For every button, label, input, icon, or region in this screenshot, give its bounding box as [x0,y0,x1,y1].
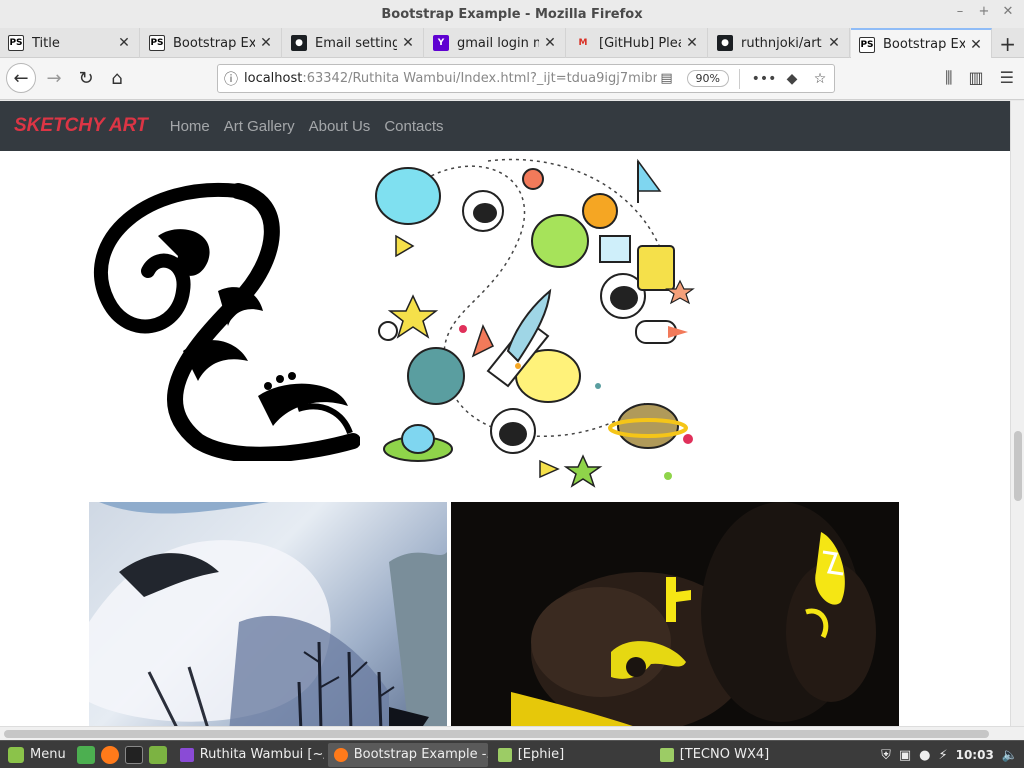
volume-icon[interactable]: 🔈 [1002,748,1018,763]
new-tab-button[interactable]: + [999,32,1016,56]
tab-email-settings[interactable]: ● Email settings ✕ [283,28,424,58]
tab-label: Email settings [315,35,397,51]
task-tecno[interactable]: [TECNO WX4] [654,743,812,767]
toolbar-right: ⫼ ▥ ☰ [945,68,1014,88]
desktop-icon[interactable] [76,745,95,764]
nav-link-contacts[interactable]: Contacts [384,118,443,135]
info-icon[interactable]: ⓘ [218,69,244,89]
sidebar-icon[interactable]: ▥ [969,68,984,88]
terminal-icon[interactable] [124,745,143,764]
task-label: [Ephie] [517,747,565,762]
close-icon[interactable]: ✕ [401,35,415,51]
system-tray: ⛨ ▣ ● ⚡ 10:03 🔈 [881,741,1018,768]
close-icon[interactable]: ✕ [827,35,841,51]
tab-label: Bootstrap Exa [883,37,965,52]
task-pycharm[interactable]: Ruthita Wambui [~/P... [174,743,324,767]
tab-strip: PS Title ✕ PS Bootstrap Exa ✕ ● Email se… [0,28,1024,59]
pycharm-icon: PS [859,36,875,53]
horizontal-scrollbar[interactable] [0,726,1024,740]
firefox-icon[interactable] [100,745,119,764]
nav-link-home[interactable]: Home [170,118,210,135]
url-host: localhost [244,71,303,86]
tab-ruthnjoki-art[interactable]: ● ruthnjoki/art ✕ [709,28,850,58]
task-ephie[interactable]: [Ephie] [492,743,650,767]
site-brand[interactable]: SKETCHY ART [14,115,148,137]
minimize-button[interactable]: – [954,4,966,19]
page-viewport: SKETCHY ART Home Art Gallery About Us Co… [0,101,1010,726]
task-label: Bootstrap Example -... [353,747,488,762]
swirl-ornament-image [94,182,360,461]
site-navbar: SKETCHY ART Home Art Gallery About Us Co… [0,101,1010,151]
yahoo-icon: Y [433,35,449,51]
forward-button[interactable]: → [40,64,68,92]
reload-button[interactable]: ↻ [72,64,100,92]
window-title: Bootstrap Example - Mozilla Firefox [381,6,643,22]
task-label: [TECNO WX4] [679,747,770,762]
os-taskbar: Menu Ruthita Wambui [~/P... Bootstrap Ex… [0,740,1024,768]
tab-label: Title [32,35,60,51]
close-icon[interactable]: ✕ [685,35,699,51]
clock[interactable]: 10:03 [956,748,994,762]
tab-gmail-login[interactable]: Y gmail login ma ✕ [425,28,566,58]
page-actions-icon[interactable]: ••• [750,71,778,87]
maximize-button[interactable]: + [978,4,990,19]
pocket-icon[interactable]: ◆ [778,71,806,87]
bookmark-star-icon[interactable]: ☆ [806,71,834,87]
reader-view-icon[interactable]: ▤ [657,71,677,86]
network-icon[interactable]: ⚡ [938,748,947,763]
folder-icon [497,747,512,762]
tab-label: Bootstrap Exa [173,35,255,51]
navigation-toolbar: ← → ↻ ⌂ ⓘ localhost:63342/Ruthita Wambui… [0,58,1024,100]
gmail-icon: M [578,38,588,48]
user-icon[interactable]: ● [919,748,930,763]
close-window-button[interactable]: ✕ [1002,4,1014,19]
close-icon[interactable]: ✕ [969,37,983,53]
space-doodle-image [375,158,695,488]
vertical-scrollbar[interactable] [1010,101,1024,726]
nav-link-art-gallery[interactable]: Art Gallery [224,118,295,135]
tab-label: ruthnjoki/art [741,35,822,51]
firefox-icon [333,747,348,762]
close-icon[interactable]: ✕ [259,35,273,51]
update-icon[interactable]: ▣ [899,748,911,763]
menu-label: Menu [30,747,66,762]
face-paint-photo-image [451,502,899,726]
window-titlebar: Bootstrap Example - Mozilla Firefox – + … [0,0,1024,28]
tab-bootstrap-active[interactable]: PS Bootstrap Exa ✕ [851,28,992,59]
divider [739,68,740,89]
scrollbar-thumb[interactable] [1014,431,1022,501]
library-icon[interactable]: ⫼ [945,68,952,88]
pycharm-icon [179,747,194,762]
folder-icon [659,747,674,762]
back-button[interactable]: ← [6,63,36,93]
github-icon: ● [717,35,733,51]
tab-label: [GitHub] Pleas [599,35,681,51]
task-label: Ruthita Wambui [~/P... [199,747,324,762]
url-path: :63342/Ruthita Wambui/Index.html?_ijt=td… [302,71,657,86]
wolf-painting-image [89,502,447,726]
url-bar[interactable]: ⓘ localhost:63342/Ruthita Wambui/Index.h… [217,64,835,93]
zoom-indicator[interactable]: 90% [686,70,729,87]
home-button[interactable]: ⌂ [103,64,131,92]
pycharm-icon: PS [149,35,165,51]
shield-icon[interactable]: ⛨ [881,748,891,763]
task-firefox[interactable]: Bootstrap Example -... [327,742,488,767]
github-icon: ● [291,35,307,51]
folder-icon[interactable] [148,745,167,764]
hamburger-menu-icon[interactable]: ☰ [1000,68,1014,88]
scrollbar-thumb[interactable] [4,730,989,738]
close-icon[interactable]: ✕ [117,35,131,51]
tab-github-please[interactable]: M [GitHub] Pleas ✕ [567,28,708,58]
tab-title[interactable]: PS Title ✕ [0,28,140,58]
tab-bootstrap-1[interactable]: PS Bootstrap Exa ✕ [141,28,282,58]
start-menu-button[interactable]: Menu [0,741,74,768]
close-icon[interactable]: ✕ [543,35,557,51]
mint-logo-icon [8,746,24,763]
pycharm-icon: PS [8,35,24,51]
nav-link-about-us[interactable]: About Us [309,118,371,135]
tab-label: gmail login ma [457,35,539,51]
window-controls: – + ✕ [954,4,1014,19]
url-text[interactable]: localhost:63342/Ruthita Wambui/Index.htm… [244,71,657,86]
